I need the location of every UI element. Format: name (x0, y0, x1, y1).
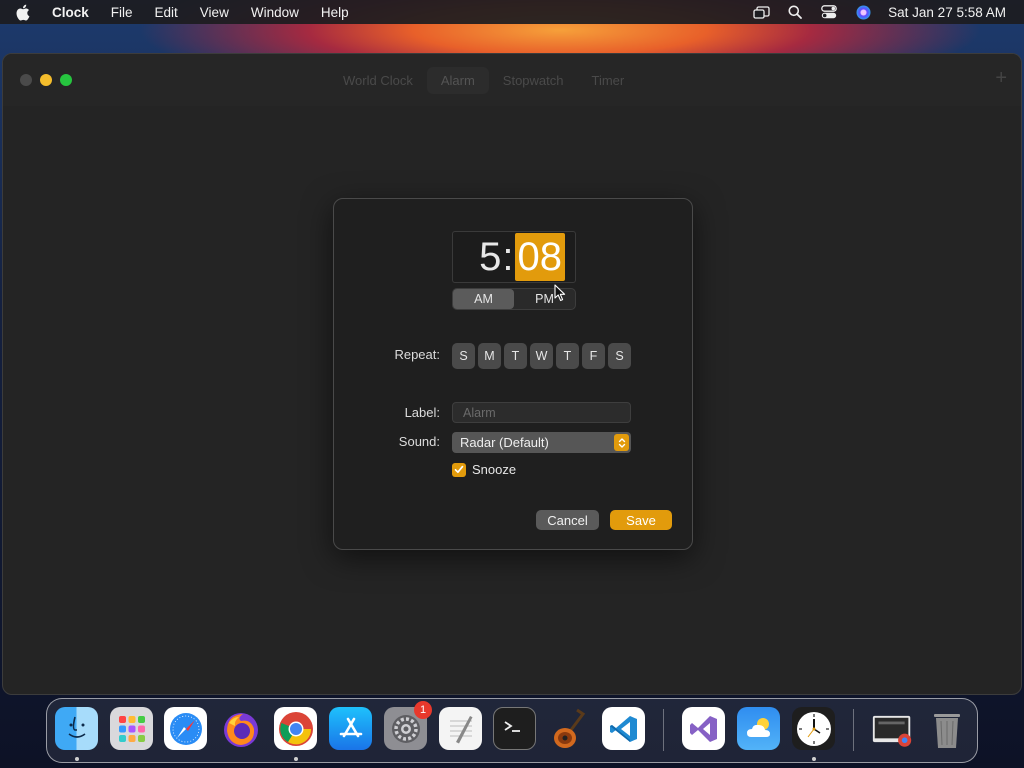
checkmark-icon (454, 465, 464, 474)
firefox-icon[interactable] (219, 707, 262, 750)
clock-tabs: World Clock Alarm Stopwatch Timer (329, 66, 638, 94)
day-wednesday[interactable]: W (530, 343, 553, 369)
window-titlebar: World Clock Alarm Stopwatch Timer + (3, 54, 1021, 106)
window-controls (3, 74, 72, 86)
apple-menu-icon[interactable] (0, 4, 44, 21)
spotlight-search-icon[interactable] (778, 5, 812, 19)
tab-timer[interactable]: Timer (578, 67, 639, 94)
sound-field-label: Sound: (398, 434, 440, 449)
save-button[interactable]: Save (610, 510, 672, 530)
snooze-checkbox[interactable] (452, 462, 466, 477)
downloads-stack-icon[interactable] (871, 707, 914, 750)
menu-help[interactable]: Help (310, 5, 360, 20)
select-chevrons-icon (614, 434, 629, 451)
clock-app-icon[interactable] (792, 707, 835, 750)
textedit-icon[interactable] (439, 707, 482, 750)
label-field-label: Label: (404, 405, 440, 420)
finder-running-indicator (75, 757, 79, 761)
menu-window[interactable]: Window (240, 5, 310, 20)
repeat-label: Repeat: (394, 347, 440, 362)
zoom-button[interactable] (60, 74, 72, 86)
chrome-icon[interactable] (274, 707, 317, 750)
system-settings-icon[interactable]: 1 (384, 701, 432, 750)
launchpad-icon[interactable] (110, 707, 153, 750)
menu-view[interactable]: View (189, 5, 240, 20)
snooze-option: Snooze (452, 462, 516, 477)
day-tuesday[interactable]: T (504, 343, 527, 369)
time-minutes[interactable]: 08 (514, 233, 565, 281)
weather-icon[interactable] (737, 707, 780, 750)
vscode-icon[interactable] (602, 707, 645, 750)
minimize-button[interactable] (40, 74, 52, 86)
menu-file[interactable]: File (100, 5, 144, 20)
menu-bar-clock[interactable]: Sat Jan 27 5:58 AM (880, 5, 1006, 20)
trash-icon[interactable] (925, 707, 968, 750)
garageband-icon[interactable] (547, 707, 590, 750)
day-saturday[interactable]: S (608, 343, 631, 369)
safari-icon[interactable] (164, 707, 207, 750)
visual-studio-icon[interactable] (682, 707, 725, 750)
repeat-days: S M T W T F S (452, 343, 631, 369)
screen-mirroring-icon[interactable] (744, 5, 778, 19)
time-picker[interactable]: 5:08 (452, 231, 576, 283)
day-friday[interactable]: F (582, 343, 605, 369)
time-separator: : (502, 234, 514, 279)
cancel-button[interactable]: Cancel (536, 510, 599, 530)
dock-separator-2 (853, 709, 854, 751)
siri-icon[interactable] (846, 5, 880, 20)
chrome-running-indicator (294, 757, 298, 761)
terminal-icon[interactable] (493, 707, 536, 750)
app-store-icon[interactable] (329, 707, 372, 750)
finder-icon[interactable] (55, 707, 98, 750)
tab-world-clock[interactable]: World Clock (329, 67, 427, 94)
menu-bar: Clock File Edit View Window Help Sat Jan… (0, 0, 1024, 24)
day-sunday[interactable]: S (452, 343, 475, 369)
dock: 1 (46, 698, 978, 763)
add-alarm-button[interactable]: + (995, 68, 1007, 88)
settings-notification-badge: 1 (414, 701, 432, 719)
alarm-dialog: 5:08 AM PM Repeat: S M T W T F S Label: … (333, 198, 693, 550)
tab-stopwatch[interactable]: Stopwatch (489, 67, 578, 94)
am-segment[interactable]: AM (453, 289, 514, 309)
control-center-icon[interactable] (812, 5, 846, 19)
menu-edit[interactable]: Edit (144, 5, 189, 20)
snooze-label: Snooze (472, 462, 517, 477)
mouse-pointer-icon (554, 284, 566, 307)
tab-alarm[interactable]: Alarm (426, 66, 489, 94)
sound-select[interactable]: Radar (Default) (452, 432, 631, 453)
time-hours[interactable]: 5 (479, 235, 501, 280)
day-monday[interactable]: M (478, 343, 501, 369)
close-button[interactable] (20, 74, 32, 86)
clock-running-indicator (812, 757, 816, 761)
dock-separator (663, 709, 664, 751)
menu-app-name[interactable]: Clock (44, 5, 100, 20)
alarm-label-input[interactable] (452, 402, 631, 423)
day-thursday[interactable]: T (556, 343, 579, 369)
sound-select-value: Radar (Default) (460, 435, 549, 450)
